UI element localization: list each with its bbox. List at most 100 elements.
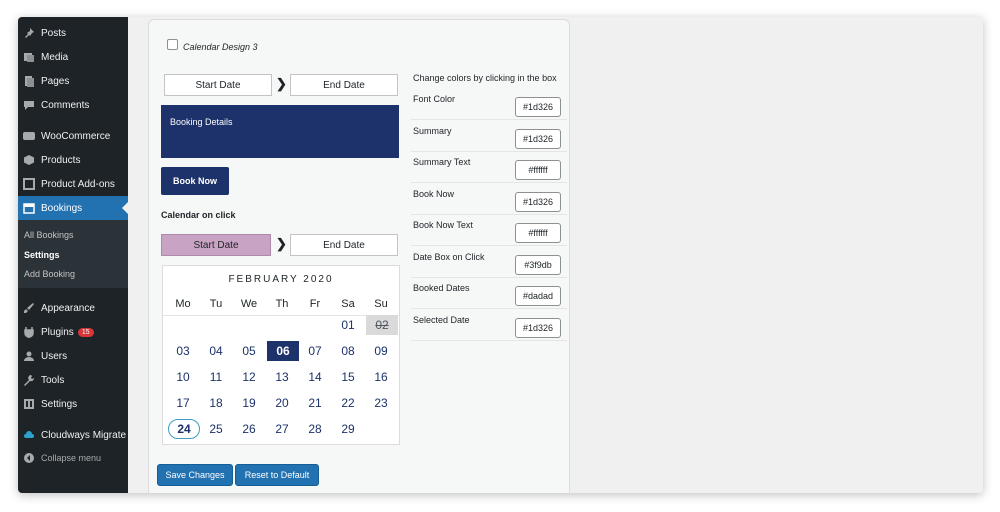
collapse-menu-button[interactable]: Collapse menu bbox=[18, 446, 128, 470]
submenu-add-booking[interactable]: Add Booking bbox=[24, 269, 75, 279]
menu-label: Bookings bbox=[41, 202, 83, 214]
settings-icon bbox=[24, 399, 34, 409]
calendar-day[interactable]: 28 bbox=[300, 419, 330, 439]
menu-woocommerce[interactable]: WooCommerce bbox=[18, 124, 128, 148]
calendar-day[interactable]: 01 bbox=[333, 315, 363, 335]
book-now-button[interactable]: Book Now bbox=[161, 167, 229, 195]
weekday-header: Mo bbox=[175, 298, 191, 310]
start-date-preview[interactable]: Start Date bbox=[164, 74, 272, 96]
submenu-settings[interactable]: Settings bbox=[24, 250, 60, 260]
calendar-day[interactable]: 04 bbox=[201, 341, 231, 361]
calendar-day[interactable]: 10 bbox=[168, 367, 198, 387]
color-value-input[interactable]: #3f9db bbox=[515, 255, 561, 275]
color-option-selected-date: Selected Date #1d326 bbox=[411, 309, 567, 341]
pages-icon bbox=[25, 76, 34, 87]
reset-to-default-button[interactable]: Reset to Default bbox=[235, 464, 319, 486]
booking-details-summary[interactable]: Booking Details bbox=[161, 105, 399, 158]
calendar-day[interactable]: 22 bbox=[333, 393, 363, 413]
calendar-day[interactable]: 17 bbox=[168, 393, 198, 413]
menu-label: WooCommerce bbox=[41, 130, 111, 142]
calendar-day[interactable]: 27 bbox=[267, 419, 297, 439]
color-option-date-box-on-click: Date Box on Click #3f9db bbox=[411, 246, 567, 278]
color-option-label: Book Now Text bbox=[413, 220, 473, 230]
start-date-clicked-preview[interactable]: Start Date bbox=[161, 234, 271, 256]
color-option-book-now-text: Book Now Text #ffffff bbox=[411, 214, 567, 246]
weekday-header: Tu bbox=[209, 298, 223, 310]
calendar-day[interactable]: 20 bbox=[267, 393, 297, 413]
menu-product-addons[interactable]: Product Add-ons bbox=[18, 172, 128, 196]
menu-plugins[interactable]: Plugins 15 bbox=[18, 320, 128, 344]
calendar-day[interactable]: 26 bbox=[234, 419, 264, 439]
comment-icon bbox=[24, 101, 34, 110]
end-date-preview[interactable]: End Date bbox=[290, 234, 398, 256]
calendar-day[interactable]: 14 bbox=[300, 367, 330, 387]
admin-sidebar: Posts Media Pages Comments WooCommerce P… bbox=[18, 17, 128, 493]
calendar-day[interactable]: 13 bbox=[267, 367, 297, 387]
color-value-input[interactable]: #1d326 bbox=[515, 318, 561, 338]
color-value-input[interactable]: #ffffff bbox=[515, 160, 561, 180]
calendar-day[interactable]: 25 bbox=[201, 419, 231, 439]
save-changes-button[interactable]: Save Changes bbox=[157, 464, 233, 486]
cloud-icon bbox=[24, 431, 34, 438]
calendar-day[interactable]: 05 bbox=[234, 341, 264, 361]
menu-bookings[interactable]: Bookings bbox=[18, 196, 128, 220]
calendar-icon bbox=[23, 203, 35, 214]
calendar-day[interactable]: 21 bbox=[300, 393, 330, 413]
design-checkbox[interactable] bbox=[167, 39, 178, 50]
calendar-day[interactable]: 11 bbox=[201, 367, 231, 387]
calendar-day-selected[interactable]: 06 bbox=[267, 341, 299, 361]
weekday-header: Su bbox=[374, 298, 388, 310]
calendar-day[interactable]: 23 bbox=[366, 393, 396, 413]
menu-label: Posts bbox=[41, 27, 67, 39]
menu-posts[interactable]: Posts bbox=[18, 21, 128, 45]
menu-products[interactable]: Products bbox=[18, 148, 128, 172]
menu-media[interactable]: Media bbox=[18, 45, 128, 69]
colors-heading: Change colors by clicking in the box bbox=[413, 73, 557, 83]
collapse-icon bbox=[24, 453, 34, 463]
color-value-input[interactable]: #ffffff bbox=[515, 223, 561, 243]
menu-label: Plugins bbox=[41, 326, 74, 338]
menu-pages[interactable]: Pages bbox=[18, 69, 128, 93]
calendar-day[interactable]: 12 bbox=[234, 367, 264, 387]
color-option-font-color: Font Color #1d326 bbox=[411, 88, 567, 120]
weekday-header: We bbox=[240, 298, 258, 310]
menu-settings[interactable]: Settings bbox=[18, 392, 128, 416]
chevron-right-icon: ❯ bbox=[276, 76, 287, 91]
menu-users[interactable]: Users bbox=[18, 344, 128, 368]
calendar-day[interactable]: 07 bbox=[300, 341, 330, 361]
menu-appearance[interactable]: Appearance bbox=[18, 296, 128, 320]
color-value-input[interactable]: #1d326 bbox=[515, 129, 561, 149]
calendar-day[interactable]: 09 bbox=[366, 341, 396, 361]
calendar-day[interactable]: 29 bbox=[333, 419, 363, 439]
menu-cloudways-migrate[interactable]: Cloudways Migrate bbox=[18, 423, 128, 447]
calendar-day[interactable]: 15 bbox=[333, 367, 363, 387]
calendar-day[interactable]: 19 bbox=[234, 393, 264, 413]
color-value-input[interactable]: #dadad bbox=[515, 286, 561, 306]
menu-tools[interactable]: Tools bbox=[18, 368, 128, 392]
pin-icon bbox=[25, 28, 34, 38]
weekday-header: Fr bbox=[309, 298, 321, 310]
color-option-label: Book Now bbox=[413, 189, 455, 199]
menu-label: Pages bbox=[41, 75, 70, 87]
calendar-day-today[interactable]: 24 bbox=[168, 419, 200, 439]
color-value-input[interactable]: #1d326 bbox=[515, 192, 561, 212]
menu-comments[interactable]: Comments bbox=[18, 93, 128, 117]
weekday-header: Th bbox=[275, 298, 289, 310]
color-value-input[interactable]: #1d326 bbox=[515, 97, 561, 117]
calendar-day[interactable]: 03 bbox=[168, 341, 198, 361]
browser-window: Posts Media Pages Comments WooCommerce P… bbox=[18, 17, 983, 493]
calendar-day-booked[interactable]: 02 bbox=[366, 315, 398, 335]
calendar-day[interactable]: 16 bbox=[366, 367, 396, 387]
addons-icon bbox=[23, 178, 35, 190]
calendar-day[interactable]: 08 bbox=[333, 341, 363, 361]
chevron-right-icon: ❯ bbox=[276, 236, 287, 251]
end-date-preview[interactable]: End Date bbox=[290, 74, 398, 96]
submenu-all-bookings[interactable]: All Bookings bbox=[24, 230, 74, 240]
menu-label: Users bbox=[41, 350, 68, 362]
media-icon bbox=[24, 53, 34, 62]
calendar-day[interactable]: 18 bbox=[201, 393, 231, 413]
menu-label: Product Add-ons bbox=[41, 178, 115, 190]
color-option-summary: Summary #1d326 bbox=[411, 120, 567, 152]
booking-settings-panel: Calendar Design 3 Start Date ❯ End Date … bbox=[148, 19, 570, 493]
plugins-update-badge: 15 bbox=[77, 327, 94, 337]
